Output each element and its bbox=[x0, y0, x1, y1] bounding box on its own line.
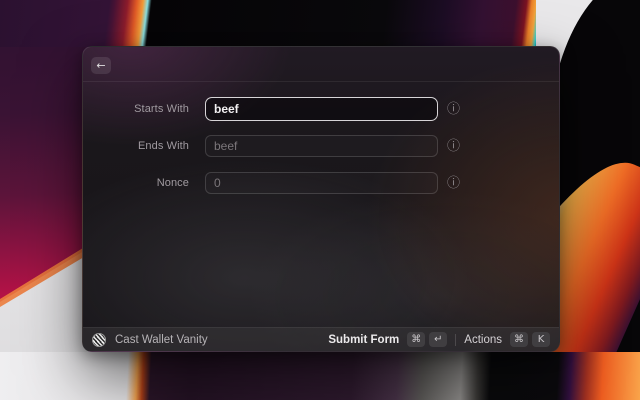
nonce-label: Nonce bbox=[83, 177, 205, 189]
submit-form-button[interactable]: Submit Form bbox=[328, 334, 399, 346]
actions-button[interactable]: Actions bbox=[464, 334, 502, 346]
info-icon[interactable]: ⓘ bbox=[447, 140, 460, 153]
back-icon: ← bbox=[96, 59, 105, 72]
form-row-ends-with: Ends With ⓘ bbox=[83, 135, 559, 157]
back-button[interactable]: ← bbox=[91, 57, 111, 74]
action-bar-right: Submit Form ⌘ ↵ Actions ⌘ K bbox=[328, 332, 550, 347]
nonce-input[interactable] bbox=[205, 172, 438, 194]
k-key: K bbox=[532, 332, 550, 347]
window-header: ← bbox=[83, 47, 559, 82]
cast-app-icon bbox=[92, 333, 106, 347]
app-name: Cast Wallet Vanity bbox=[115, 334, 208, 346]
action-bar: Cast Wallet Vanity Submit Form ⌘ ↵ Actio… bbox=[83, 327, 559, 351]
info-icon[interactable]: ⓘ bbox=[447, 103, 460, 116]
starts-with-label: Starts With bbox=[83, 103, 205, 115]
ends-with-label: Ends With bbox=[83, 140, 205, 152]
action-bar-left: Cast Wallet Vanity bbox=[92, 333, 208, 347]
footer-divider bbox=[455, 334, 456, 346]
raycast-window: ← Starts With ⓘ Ends With ⓘ Nonce ⓘ Cast… bbox=[82, 46, 560, 352]
ends-with-input[interactable] bbox=[205, 135, 438, 157]
command-key-icon: ⌘ bbox=[407, 332, 425, 347]
form-row-starts-with: Starts With ⓘ bbox=[83, 98, 559, 120]
info-icon[interactable]: ⓘ bbox=[447, 177, 460, 190]
starts-with-input[interactable] bbox=[205, 97, 438, 121]
return-key-icon: ↵ bbox=[429, 332, 447, 347]
wallpaper-bottom-band bbox=[0, 352, 640, 400]
command-key-icon: ⌘ bbox=[510, 332, 528, 347]
form-row-nonce: Nonce ⓘ bbox=[83, 172, 559, 194]
desktop: ← Starts With ⓘ Ends With ⓘ Nonce ⓘ Cast… bbox=[0, 0, 640, 400]
